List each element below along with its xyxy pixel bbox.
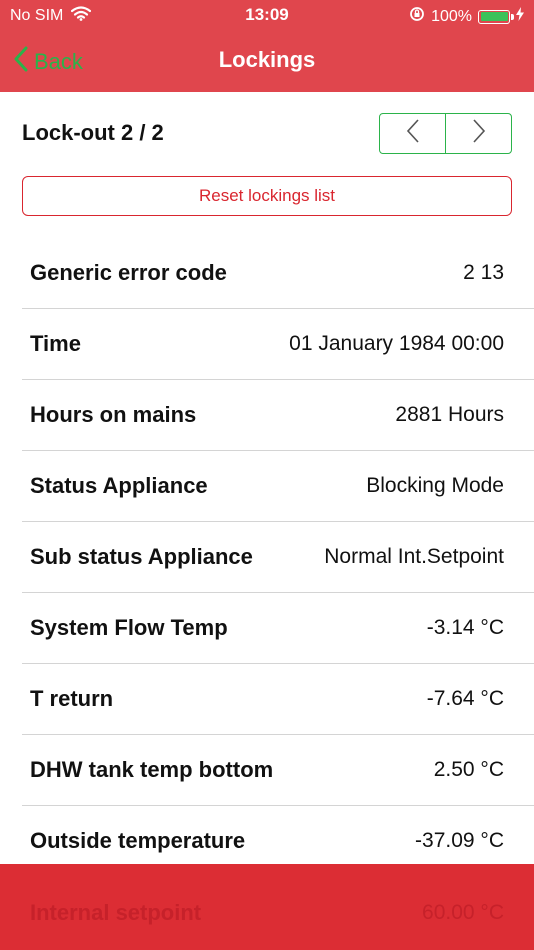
row-label: Outside temperature (30, 828, 246, 853)
row-value: 60.00 °C (422, 901, 504, 924)
previous-lockout-button[interactable] (380, 114, 445, 153)
detail-row-time: Time 01 January 1984 00:00 (0, 309, 534, 380)
detail-row-dhw-tank-temp-bottom: DHW tank temp bottom 2.50 °C (0, 735, 534, 806)
row-value: 2.50 °C (433, 758, 504, 781)
reset-lockings-button[interactable]: Reset lockings list (22, 176, 512, 216)
row-label: Status Appliance (30, 473, 208, 498)
row-value: 2881 Hours (395, 403, 504, 426)
lockout-details-list: Generic error code 2 13 Time 01 January … (0, 238, 534, 877)
row-value: -3.14 °C (426, 616, 504, 639)
row-label: T return (30, 686, 114, 711)
row-label: System Flow Temp (30, 615, 228, 640)
row-label: Internal setpoint (30, 900, 202, 925)
row-label: Generic error code (30, 260, 227, 285)
row-label: Hours on mains (30, 402, 197, 427)
row-label: Sub status Appliance (30, 544, 253, 569)
row-label: Time (30, 331, 81, 356)
detail-row-t-return: T return -7.64 °C (0, 664, 534, 735)
battery-tip (511, 13, 514, 20)
detail-row-internal-setpoint: Internal setpoint 60.00 °C (0, 878, 534, 949)
status-right: 100% (409, 6, 524, 27)
row-value: Normal Int.Setpoint (324, 545, 504, 568)
orientation-lock-icon (409, 6, 425, 27)
row-value: 01 January 1984 00:00 (289, 332, 504, 355)
chevron-left-icon (406, 118, 420, 149)
status-bar: No SIM 13:09 100% (0, 0, 534, 30)
lockout-pager (379, 113, 512, 154)
charging-icon (516, 7, 524, 26)
detail-row-status-appliance: Status Appliance Blocking Mode (0, 451, 534, 522)
row-value: -7.64 °C (426, 687, 504, 710)
row-label: DHW tank temp bottom (30, 757, 274, 782)
detail-row-generic-error-code: Generic error code 2 13 (0, 238, 534, 309)
bottom-bar: Internal setpoint 60.00 °C (0, 864, 534, 950)
chevron-right-icon (472, 118, 486, 149)
next-lockout-button[interactable] (445, 114, 511, 153)
nav-bar: Back Lockings (0, 30, 534, 92)
lockout-heading: Lock-out 2 / 2 (22, 120, 164, 145)
detail-row-sub-status-appliance: Sub status Appliance Normal Int.Setpoint (0, 522, 534, 593)
detail-row-hours-on-mains: Hours on mains 2881 Hours (0, 380, 534, 451)
row-value: -37.09 °C (415, 829, 504, 852)
battery-icon (478, 9, 514, 24)
detail-row-system-flow-temp: System Flow Temp -3.14 °C (0, 593, 534, 664)
row-value: Blocking Mode (366, 474, 504, 497)
row-value: 2 13 (463, 261, 504, 284)
battery-fill (480, 12, 508, 21)
page-title: Lockings (218, 47, 316, 72)
battery-percent: 100% (431, 7, 472, 25)
